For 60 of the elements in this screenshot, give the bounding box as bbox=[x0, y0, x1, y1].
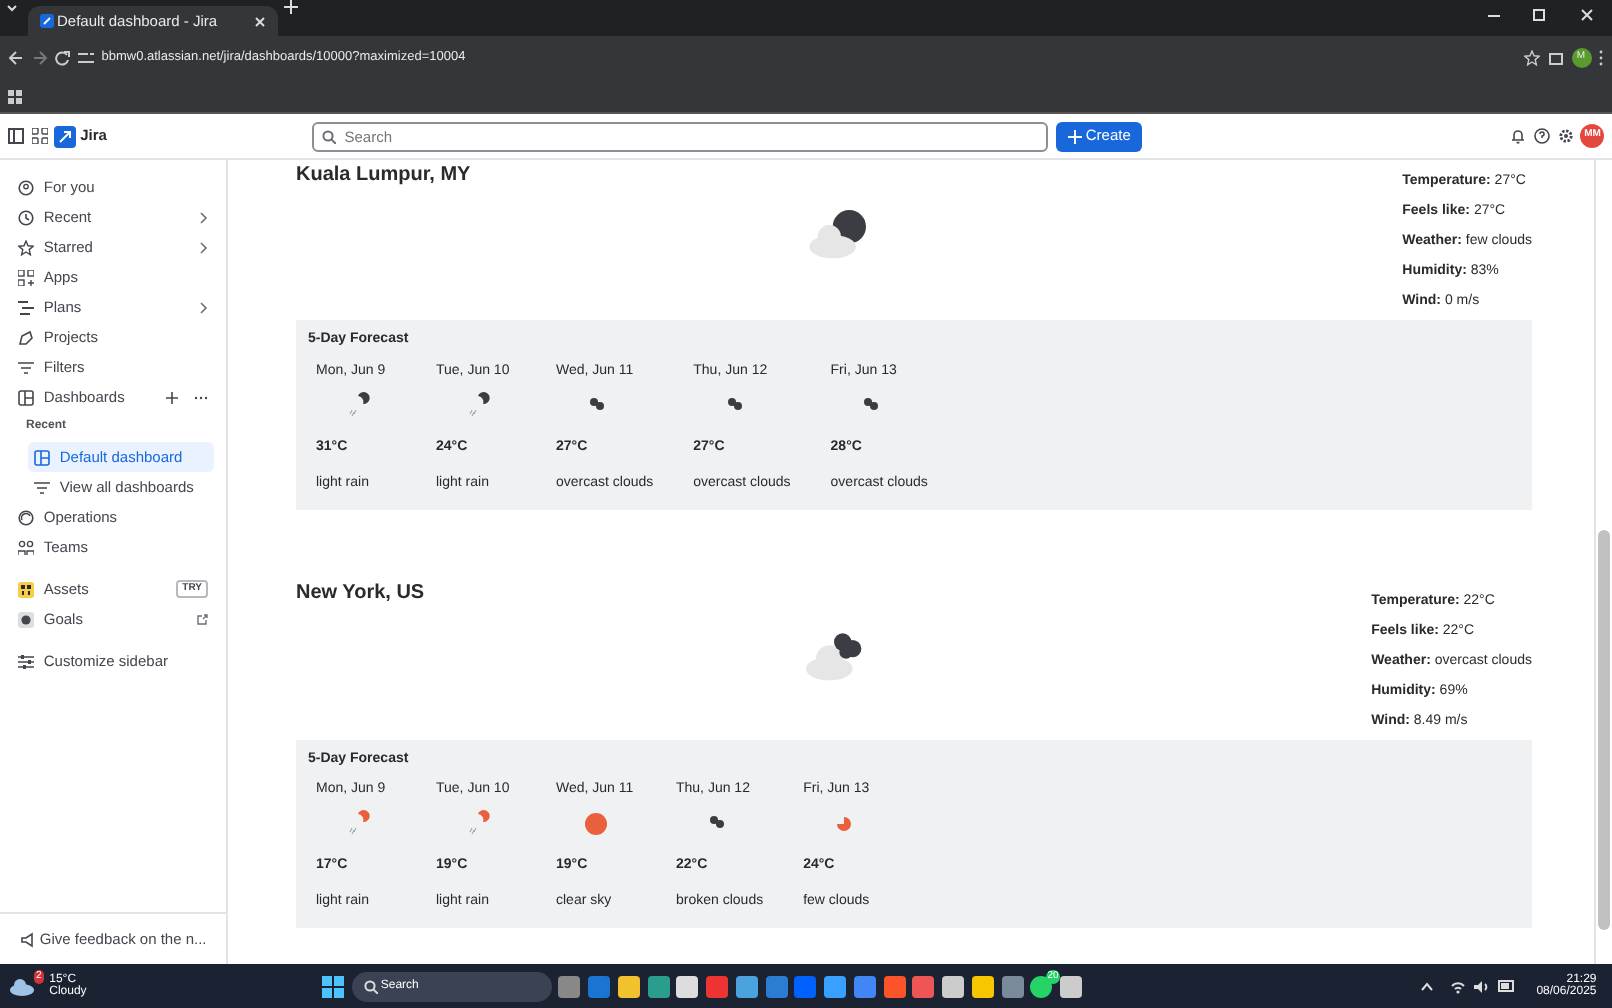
dashboard-icon bbox=[34, 449, 50, 465]
apps-grid-icon bbox=[18, 269, 34, 285]
search-icon bbox=[322, 129, 337, 143]
dashboard-icon bbox=[18, 389, 34, 405]
sidebar-toggle-icon[interactable] bbox=[7, 128, 24, 144]
operations-icon bbox=[18, 509, 34, 525]
chevron-right-icon bbox=[198, 301, 208, 313]
close-icon[interactable] bbox=[253, 15, 266, 27]
taskbar-app-icon[interactable] bbox=[1060, 975, 1082, 997]
plus-icon[interactable] bbox=[166, 391, 179, 403]
extensions-icon[interactable] bbox=[1547, 50, 1564, 66]
clock-icon bbox=[18, 209, 34, 225]
star-icon[interactable] bbox=[1524, 50, 1540, 66]
site-settings-icon[interactable] bbox=[78, 50, 94, 66]
filter-lines-icon bbox=[34, 479, 50, 495]
taskbar-app-icon[interactable] bbox=[735, 975, 758, 997]
taskbar-app-icon[interactable] bbox=[647, 975, 669, 997]
wifi-icon[interactable] bbox=[1450, 979, 1467, 993]
cloud-icon bbox=[7, 975, 36, 996]
reload-icon[interactable] bbox=[54, 50, 71, 66]
person-icon bbox=[18, 179, 34, 195]
people-icon bbox=[18, 539, 34, 555]
sun-icon bbox=[582, 810, 610, 836]
settings-icon[interactable] bbox=[1557, 128, 1573, 144]
taskbar-app-icon[interactable] bbox=[617, 975, 640, 997]
goals-icon bbox=[18, 611, 34, 627]
tab-list-icon[interactable] bbox=[3, 0, 20, 16]
scrollbar-thumb[interactable] bbox=[1598, 530, 1610, 930]
chevron-right-icon bbox=[198, 211, 208, 223]
taskbar-app-icon[interactable] bbox=[824, 975, 846, 997]
battery-icon[interactable] bbox=[1498, 980, 1517, 992]
jira-logo-icon[interactable] bbox=[54, 125, 77, 147]
taskbar-app-icon[interactable] bbox=[883, 975, 905, 997]
more-icon[interactable] bbox=[1598, 50, 1605, 66]
external-link-icon bbox=[196, 613, 208, 625]
chevron-up-icon[interactable] bbox=[1420, 981, 1435, 991]
help-icon[interactable] bbox=[1533, 128, 1550, 144]
chevron-right-icon bbox=[198, 241, 208, 253]
forward-arrow-icon[interactable] bbox=[31, 50, 47, 66]
city-name: New York, US bbox=[296, 579, 427, 607]
taskbar-app-icon[interactable] bbox=[971, 975, 994, 997]
jira-logo-icon bbox=[39, 14, 54, 28]
app-switcher-icon[interactable] bbox=[31, 128, 47, 144]
city-name: Kuala Lumpur, MY bbox=[296, 162, 473, 190]
plans-icon bbox=[18, 299, 34, 315]
notification-bell-icon[interactable] bbox=[1510, 128, 1526, 144]
new-tab-icon[interactable] bbox=[284, 0, 299, 14]
filter-lines-icon bbox=[18, 359, 34, 375]
taskbar-app-icon[interactable] bbox=[676, 975, 699, 997]
plus-icon bbox=[1067, 129, 1082, 143]
speaker-icon[interactable] bbox=[1474, 979, 1491, 993]
star-icon bbox=[18, 239, 34, 255]
taskbar-app-icon[interactable] bbox=[942, 975, 964, 997]
windows-start-icon[interactable] bbox=[321, 975, 344, 997]
megaphone-icon bbox=[20, 931, 36, 947]
sliders-icon bbox=[18, 653, 34, 669]
apps-grid-icon[interactable] bbox=[7, 89, 22, 103]
assets-icon bbox=[18, 581, 34, 597]
back-arrow-icon[interactable] bbox=[7, 50, 24, 66]
search-icon bbox=[363, 979, 377, 993]
